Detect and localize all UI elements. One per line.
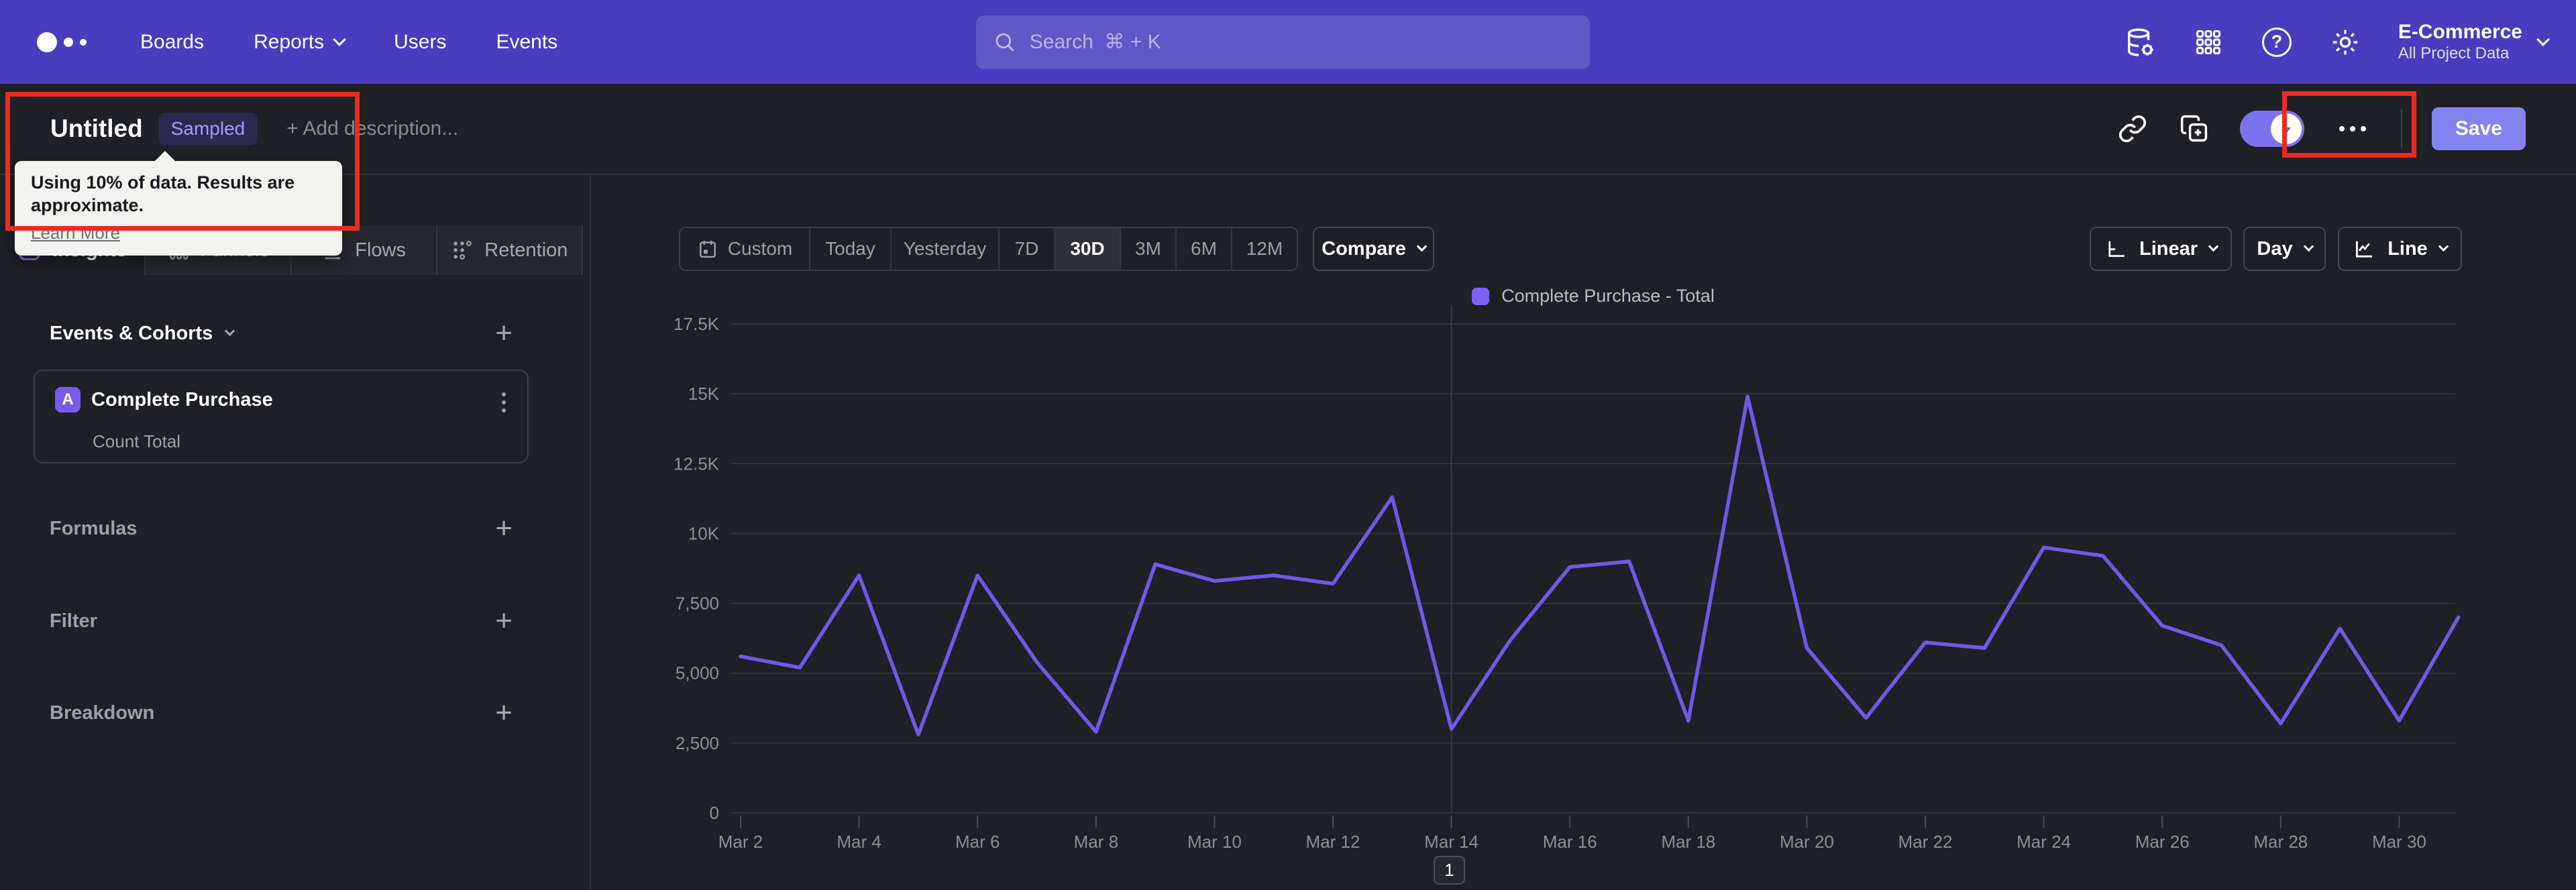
report-title[interactable]: Untitled xyxy=(50,115,143,143)
section-label: Breakdown xyxy=(50,702,155,724)
nav-item-label: Reports xyxy=(254,30,325,53)
sampled-badge[interactable]: Sampled xyxy=(158,113,258,145)
header-actions: Save xyxy=(2116,107,2526,150)
project-switcher[interactable]: E-Commerce All Project Data xyxy=(2398,20,2550,64)
svg-text:12.5K: 12.5K xyxy=(674,453,720,474)
project-name: E-Commerce xyxy=(2398,21,2522,44)
add-formula-button[interactable]: + xyxy=(495,514,513,543)
add-breakdown-button[interactable]: + xyxy=(495,698,513,728)
nav-links: Boards Reports Users Events xyxy=(140,31,557,54)
svg-text:Mar 2: Mar 2 xyxy=(718,832,763,852)
nav-item-label: Users xyxy=(394,30,447,53)
section-formulas: Formulas + xyxy=(50,514,513,543)
learn-more-link[interactable]: Learn More xyxy=(31,223,120,243)
navbar-right: ? E-Commerce All Project Data xyxy=(2125,0,2550,84)
query-sidebar: Insights Funnels Flows xyxy=(0,175,591,890)
svg-text:Mar 16: Mar 16 xyxy=(1543,832,1597,852)
insights-line-chart: 0 2,500 5,000 7,500 10K 12.5K 15K 17.5K Mar 2 Mar… xyxy=(674,305,2461,852)
svg-text:Mar 18: Mar 18 xyxy=(1661,832,1715,852)
divider xyxy=(2400,109,2402,148)
settings-gear-icon[interactable] xyxy=(2330,27,2361,58)
tab-label: Flows xyxy=(355,239,406,261)
lightning-bolt-icon xyxy=(2281,121,2291,136)
nav-item-label: Events xyxy=(496,30,558,53)
svg-text:10K: 10K xyxy=(688,523,720,543)
svg-text:Mar 26: Mar 26 xyxy=(2135,832,2190,852)
svg-text:Mar 24: Mar 24 xyxy=(2017,832,2071,852)
events-cohorts-label: Events & Cohorts xyxy=(50,322,213,344)
section-label: Formulas xyxy=(50,517,138,539)
nav-item-label: Boards xyxy=(140,30,205,53)
pagination-page-button[interactable]: 1 xyxy=(1434,856,1465,885)
retention-icon xyxy=(453,241,472,260)
sampling-toggle[interactable] xyxy=(2239,111,2304,147)
chevron-down-icon xyxy=(2536,33,2550,46)
share-link-icon[interactable] xyxy=(2116,113,2149,145)
apps-grid-icon[interactable] xyxy=(2193,27,2224,58)
tooltip-text: Using 10% of data. Results are approxima… xyxy=(31,172,295,215)
svg-text:Mar 12: Mar 12 xyxy=(1306,832,1360,852)
more-options-icon[interactable] xyxy=(2334,121,2371,137)
events-cohorts-header: Events & Cohorts + xyxy=(50,319,513,348)
svg-text:Mar 28: Mar 28 xyxy=(2253,832,2308,852)
insights-report-page: Boards Reports Users Events Search ⌘ + K… xyxy=(0,0,2576,890)
global-search[interactable] xyxy=(976,15,1590,69)
top-navbar: Boards Reports Users Events Search ⌘ + K… xyxy=(0,0,2576,84)
event-name: Complete Purchase xyxy=(91,388,273,410)
report-header: Untitled Sampled + Add description... Sa… xyxy=(0,84,2576,175)
event-metric[interactable]: Count Total xyxy=(93,431,180,452)
mixpanel-logo-icon[interactable] xyxy=(37,32,87,52)
svg-text:5,000: 5,000 xyxy=(676,663,719,683)
svg-text:Mar 14: Mar 14 xyxy=(1424,832,1479,852)
nav-item-users[interactable]: Users xyxy=(394,31,446,54)
svg-text:7,500: 7,500 xyxy=(676,594,719,614)
svg-text:17.5K: 17.5K xyxy=(674,314,720,334)
data-management-icon[interactable] xyxy=(2125,27,2155,58)
svg-text:Mar 6: Mar 6 xyxy=(955,832,1000,852)
series-letter-badge: A xyxy=(55,387,80,412)
nav-item-reports[interactable]: Reports xyxy=(254,30,347,54)
add-to-board-icon[interactable] xyxy=(2178,113,2210,145)
search-input[interactable] xyxy=(1029,31,1572,54)
add-event-button[interactable]: + xyxy=(495,319,513,348)
help-icon[interactable]: ? xyxy=(2261,27,2292,58)
add-filter-button[interactable]: + xyxy=(495,606,513,636)
nav-item-events[interactable]: Events xyxy=(496,31,557,54)
svg-text:Mar 8: Mar 8 xyxy=(1074,832,1118,852)
chevron-down-icon[interactable] xyxy=(225,325,235,337)
svg-text:0: 0 xyxy=(710,803,719,823)
svg-text:2,500: 2,500 xyxy=(676,733,719,753)
tab-retention[interactable]: Retention xyxy=(437,225,583,275)
svg-text:Mar 22: Mar 22 xyxy=(1898,832,1953,852)
section-breakdown: Breakdown + xyxy=(50,698,513,728)
save-button[interactable]: Save xyxy=(2431,107,2526,150)
project-scope: All Project Data xyxy=(2398,44,2510,63)
event-menu-icon[interactable] xyxy=(499,390,508,415)
svg-text:Mar 10: Mar 10 xyxy=(1187,832,1242,852)
chevron-down-icon xyxy=(333,33,347,46)
event-card[interactable]: A Complete Purchase Count Total xyxy=(34,370,529,463)
sampling-tooltip: Using 10% of data. Results are approxima… xyxy=(15,151,342,256)
section-filter: Filter + xyxy=(50,606,513,636)
svg-text:Mar 4: Mar 4 xyxy=(837,832,881,852)
section-label: Filter xyxy=(50,610,97,632)
svg-text:Mar 30: Mar 30 xyxy=(2372,832,2426,852)
add-description[interactable]: + Add description... xyxy=(286,117,458,140)
search-icon xyxy=(996,33,1014,52)
nav-item-boards[interactable]: Boards xyxy=(140,31,204,54)
svg-text:Mar 20: Mar 20 xyxy=(1780,832,1834,852)
svg-text:15K: 15K xyxy=(688,384,720,404)
tab-label: Retention xyxy=(484,239,568,261)
